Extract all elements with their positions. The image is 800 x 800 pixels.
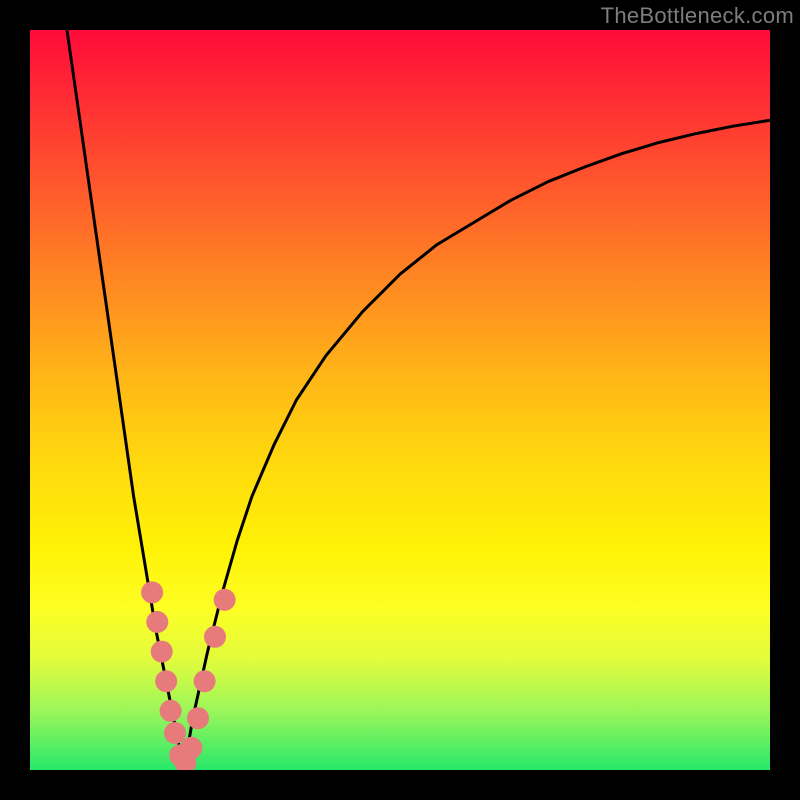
marker-dot — [214, 589, 236, 611]
marker-dot — [151, 641, 173, 663]
marker-dot — [194, 670, 216, 692]
marker-dot — [146, 611, 168, 633]
chart-svg — [30, 30, 770, 770]
marker-dot — [141, 581, 163, 603]
marker-dot — [204, 626, 226, 648]
curve-right-branch — [184, 120, 770, 770]
plot-area — [30, 30, 770, 770]
watermark: TheBottleneck.com — [601, 3, 794, 29]
marker-dot — [160, 700, 182, 722]
marker-dot — [155, 670, 177, 692]
marker-dot — [164, 722, 186, 744]
chart-container: TheBottleneck.com — [0, 0, 800, 800]
marker-dot — [187, 707, 209, 729]
marker-dot — [180, 737, 202, 759]
